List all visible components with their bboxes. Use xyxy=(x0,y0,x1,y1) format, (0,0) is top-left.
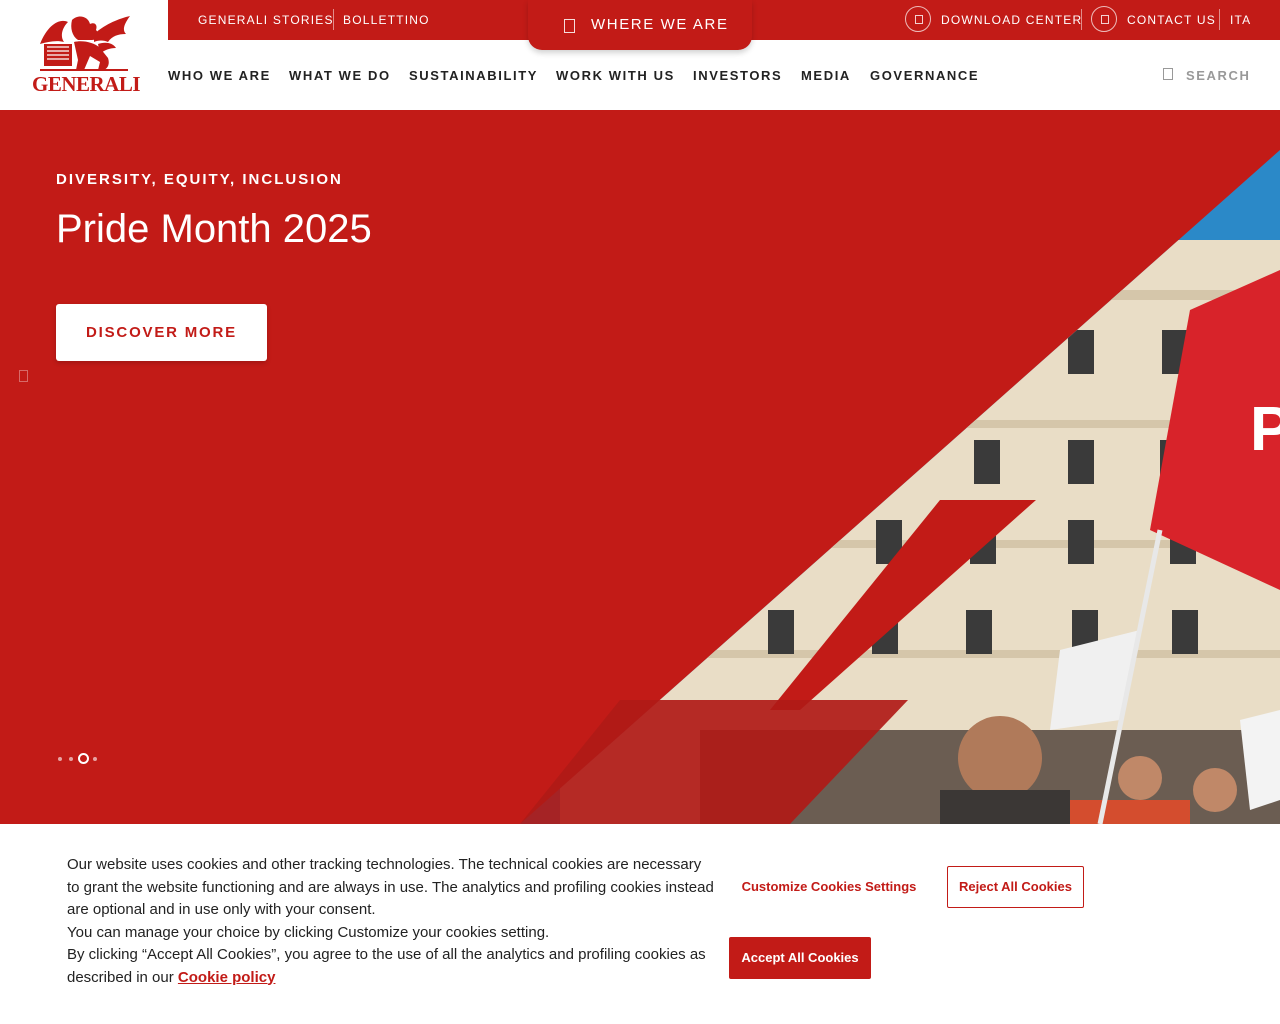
nav-governance[interactable]: GOVERNANCE xyxy=(870,68,979,83)
hero-carousel: P DIVERSITY, EQUITY, INCLUSION Pride Mon… xyxy=(0,110,1280,824)
accept-cookies-button[interactable]: Accept All Cookies xyxy=(729,937,871,979)
carousel-dot-3[interactable] xyxy=(78,753,89,764)
winged-lion-icon xyxy=(40,16,130,71)
carousel-dot-4[interactable] xyxy=(93,757,97,761)
carousel-dot-1[interactable] xyxy=(58,757,62,761)
language-switch[interactable]: ITA xyxy=(1230,13,1251,27)
cookie-text-intro: Our website uses cookies and other track… xyxy=(67,856,714,918)
cookie-policy-link[interactable]: Cookie policy xyxy=(178,969,276,986)
discover-more-button[interactable]: DISCOVER MORE xyxy=(56,304,267,361)
chevron-left-icon[interactable] xyxy=(19,370,28,382)
generali-logo[interactable]: GENERALI xyxy=(32,14,141,96)
nav-who-we-are[interactable]: WHO WE ARE xyxy=(168,68,271,83)
logo-wordmark: GENERALI xyxy=(32,72,141,96)
contact-us-link[interactable]: CONTACT US xyxy=(1127,13,1216,27)
customize-cookies-button[interactable]: Customize Cookies Settings xyxy=(730,867,928,907)
cookie-message: Our website uses cookies and other track… xyxy=(67,854,717,989)
download-center-link[interactable]: DOWNLOAD CENTER xyxy=(941,13,1082,27)
search-icon xyxy=(1163,68,1173,80)
where-we-are-label: WHERE WE ARE xyxy=(591,16,729,33)
divider xyxy=(333,9,334,30)
location-icon xyxy=(564,19,575,33)
cookie-text-accept: By clicking “Accept All Cookies”, you ag… xyxy=(67,946,706,986)
nav-sustainability[interactable]: SUSTAINABILITY xyxy=(409,68,538,83)
reject-cookies-button[interactable]: Reject All Cookies xyxy=(947,866,1084,908)
divider xyxy=(1081,9,1082,30)
nav-work-with-us[interactable]: WORK WITH US xyxy=(556,68,675,83)
carousel-pagination xyxy=(58,753,108,765)
search-label: SEARCH xyxy=(1186,68,1251,83)
generali-stories-link[interactable]: GENERALI STORIES xyxy=(198,13,334,27)
where-we-are-button[interactable]: WHERE WE ARE xyxy=(528,0,752,50)
divider xyxy=(1219,9,1220,30)
nav-investors[interactable]: INVESTORS xyxy=(693,68,782,83)
hero-title: Pride Month 2025 xyxy=(56,207,372,251)
cookie-banner: Our website uses cookies and other track… xyxy=(0,824,1280,1024)
nav-media[interactable]: MEDIA xyxy=(801,68,851,83)
svg-text:P: P xyxy=(1250,395,1280,464)
site-header: GENERALI GENERALI STORIES BOLLETTINO DOW… xyxy=(0,0,1280,110)
bollettino-link[interactable]: BOLLETTINO xyxy=(343,13,430,27)
nav-what-we-do[interactable]: WHAT WE DO xyxy=(289,68,391,83)
carousel-dot-2[interactable] xyxy=(69,757,73,761)
cookie-text-manage: You can manage your choice by clicking C… xyxy=(67,923,550,941)
download-icon[interactable] xyxy=(905,6,931,32)
contact-icon[interactable] xyxy=(1091,6,1117,32)
hero-eyebrow: DIVERSITY, EQUITY, INCLUSION xyxy=(56,171,343,188)
